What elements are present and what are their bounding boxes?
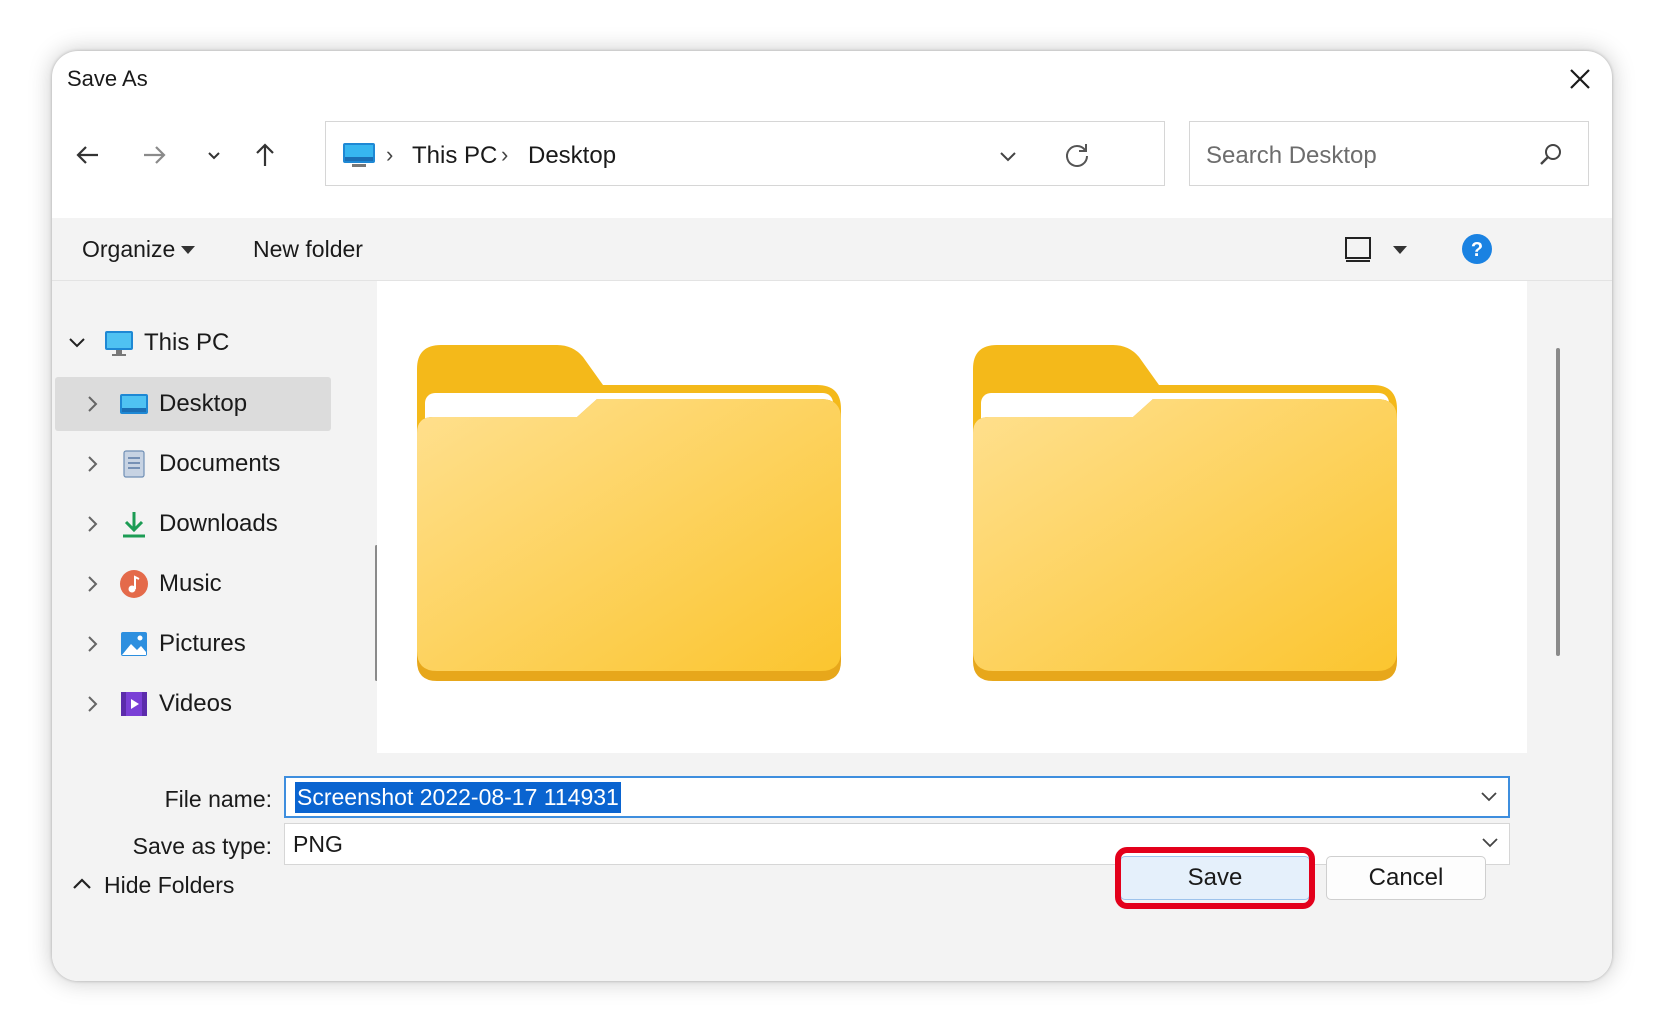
sidebar-item-label: Music — [159, 570, 222, 597]
close-icon[interactable] — [1562, 61, 1598, 97]
file-list — [377, 281, 1527, 753]
chevron-right-icon[interactable] — [85, 575, 99, 593]
content-scrollbar[interactable] — [1556, 348, 1560, 656]
sidebar-item-label: This PC — [144, 329, 230, 356]
breadcrumb-separator-icon: › — [386, 142, 394, 167]
folder-icon[interactable] — [417, 345, 841, 685]
music-note-icon — [120, 570, 148, 598]
sidebar-item-label: Desktop — [159, 390, 248, 417]
chevron-right-icon[interactable] — [85, 635, 99, 653]
view-dropdown-icon[interactable] — [1392, 245, 1408, 255]
forward-arrow-icon[interactable] — [138, 139, 170, 171]
chevron-right-icon[interactable] — [85, 455, 99, 473]
svg-text:?: ? — [1471, 239, 1483, 261]
breadcrumb-this-pc[interactable]: This PC — [412, 142, 497, 170]
search-placeholder: Search Desktop — [1206, 142, 1377, 169]
hide-folders-button[interactable]: Hide Folders — [104, 872, 234, 899]
sidebar-item-downloads[interactable]: Downloads — [52, 497, 344, 551]
save-as-type-dropdown-icon[interactable] — [1481, 836, 1499, 850]
chevron-up-icon[interactable] — [72, 877, 92, 891]
save-as-type-label: Save as type: — [132, 833, 272, 859]
desktop-icon — [120, 394, 148, 414]
address-bar[interactable]: › This PC › Desktop — [325, 121, 1165, 186]
sidebar-item-label: Downloads — [159, 510, 278, 537]
computer-icon — [105, 331, 133, 356]
breadcrumb-desktop[interactable]: Desktop — [528, 142, 616, 170]
sidebar-item-pictures[interactable]: Pictures — [52, 617, 344, 671]
videos-icon — [121, 692, 147, 716]
file-name-dropdown-icon[interactable] — [1480, 790, 1498, 804]
sidebar-item-videos[interactable]: Videos — [52, 677, 344, 731]
save-as-dialog: Save As › This PC › Desktop Search Deskt… — [52, 51, 1612, 981]
pane-splitter[interactable] — [344, 281, 377, 753]
sidebar-item-documents[interactable]: Documents — [52, 437, 344, 491]
chevron-right-icon[interactable] — [85, 515, 99, 533]
up-arrow-icon[interactable] — [249, 139, 281, 171]
save-as-type-value: PNG — [293, 831, 343, 857]
chevron-down-icon[interactable] — [68, 336, 86, 350]
sidebar-item-label: Documents — [159, 450, 281, 477]
content-scroll-track — [1527, 281, 1612, 753]
sidebar-item-label: Pictures — [159, 630, 246, 657]
file-name-label: File name: — [164, 786, 272, 812]
navigation-bar: › This PC › Desktop Search Desktop — [52, 121, 1612, 191]
sidebar-item-label: Videos — [159, 690, 232, 717]
pictures-icon — [121, 632, 147, 656]
cancel-button[interactable]: Cancel — [1326, 856, 1486, 900]
download-arrow-icon — [123, 512, 145, 538]
file-name-field[interactable]: Screenshot 2022-08-17 114931 — [284, 776, 1510, 818]
sidebar-item-desktop[interactable]: Desktop — [55, 377, 331, 431]
help-icon[interactable]: ? — [1461, 233, 1493, 265]
chevron-right-icon[interactable] — [85, 395, 99, 413]
breadcrumb-separator-icon: › — [501, 142, 509, 167]
refresh-icon[interactable] — [1063, 141, 1091, 169]
save-button-highlight — [1115, 847, 1315, 909]
new-folder-button[interactable]: New folder — [253, 236, 363, 263]
command-bar: Organize New folder ? — [52, 218, 1612, 281]
search-input[interactable]: Search Desktop — [1189, 121, 1589, 186]
recent-locations-chevron-icon[interactable] — [198, 139, 230, 171]
sidebar-item-music[interactable]: Music — [52, 557, 344, 611]
folder-icon[interactable] — [973, 345, 1397, 685]
desktop-monitor-icon — [343, 143, 375, 167]
view-layout-icon[interactable] — [1344, 235, 1372, 263]
search-icon — [1540, 144, 1561, 165]
organize-dropdown-icon[interactable] — [180, 245, 196, 255]
file-name-value[interactable]: Screenshot 2022-08-17 114931 — [295, 782, 621, 813]
navigation-pane: This PC Desktop Documents Downloads Musi… — [52, 281, 344, 753]
title-bar: Save As — [52, 51, 1612, 107]
documents-icon — [123, 450, 145, 478]
back-arrow-icon[interactable] — [72, 139, 104, 171]
address-dropdown-chevron-icon[interactable] — [996, 144, 1020, 168]
chevron-right-icon[interactable] — [85, 695, 99, 713]
sidebar-item-this-pc[interactable]: This PC — [52, 316, 344, 370]
organize-button[interactable]: Organize — [82, 236, 175, 263]
dialog-title: Save As — [67, 66, 148, 91]
